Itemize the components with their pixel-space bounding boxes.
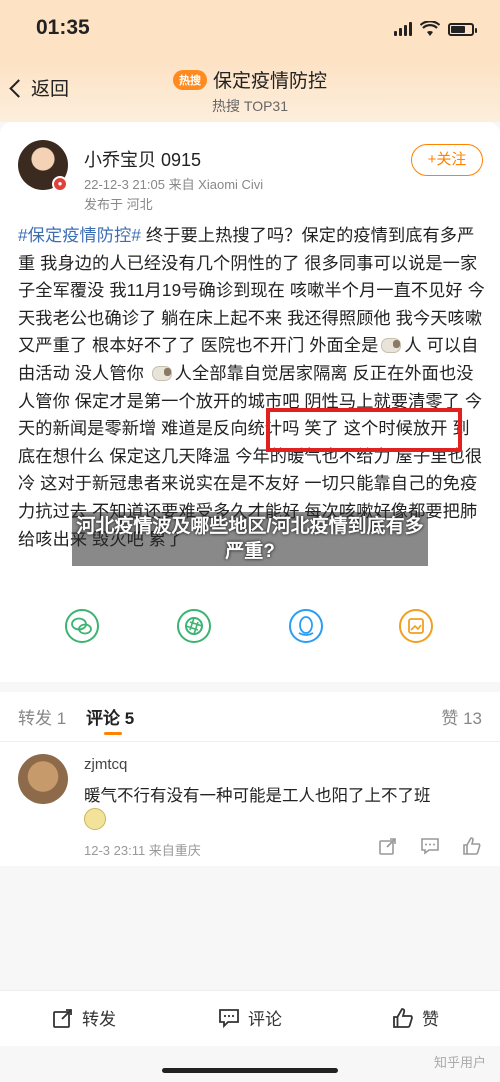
comment-label: 评论 [248, 1010, 282, 1029]
like-icon [393, 1007, 413, 1028]
topic-title-block[interactable]: 热搜 保定疫情防控 热搜 TOP31 [0, 66, 500, 116]
comment-item: zjmtcq 暖气不行有没有一种可能是工人也阳了上不了班 12-3 23:11 … [0, 742, 500, 866]
comment-icon [219, 1008, 239, 1028]
status-time: 01:35 [36, 16, 90, 39]
comment-actions [378, 836, 482, 856]
tab-like[interactable]: 赞 13 [441, 704, 482, 729]
post-location: 发布于 河北 [84, 197, 153, 212]
hot-search-badge: 热搜 [172, 69, 207, 90]
tab-comment[interactable]: 评论 5 [86, 704, 134, 729]
status-icons [394, 20, 477, 38]
wechat-share-icon[interactable] [64, 608, 104, 648]
wifi-icon [420, 21, 440, 36]
repost-icon [53, 1008, 72, 1028]
comment-reply-icon[interactable] [420, 836, 440, 856]
home-indicator[interactable] [162, 1068, 338, 1073]
signal-icon [394, 22, 412, 36]
post-meta: 22-12-3 21:05 来自 Xiaomi Civi [84, 177, 264, 192]
commenter-name[interactable]: zjmtcq [84, 756, 127, 773]
topic-title: 保定疫情防控 [212, 71, 327, 92]
like-label: 赞 [422, 1010, 439, 1029]
repost-button[interactable]: 转发 [52, 1005, 116, 1030]
author-name[interactable]: 小乔宝贝 0915 [84, 146, 201, 172]
repost-label: 转发 [82, 1010, 116, 1029]
sheep-emoji-icon [380, 336, 402, 354]
commenter-avatar[interactable] [18, 754, 68, 804]
comment-meta: 12-3 23:11 来自重庆 [84, 843, 201, 858]
tab-repost[interactable]: 转发 1 [18, 704, 66, 729]
topic-hashtag-link[interactable]: #保定疫情防控# [18, 225, 141, 245]
follow-button[interactable]: +关注 [411, 144, 483, 176]
verified-badge-icon: ● [52, 176, 68, 192]
interaction-tabs: 转发 1 评论 5 赞 13 [0, 692, 500, 742]
save-image-share-icon[interactable] [398, 608, 438, 648]
status-bar: 01:35 [0, 0, 500, 60]
post-body: #保定疫情防控# 终于要上热搜了吗？保定的疫情到底有多严重 我身边的人已经没有几… [18, 222, 486, 553]
comment-like-icon[interactable] [462, 836, 482, 856]
battery-icon [448, 22, 477, 36]
comment-text: 暖气不行有没有一种可能是工人也阳了上不了班 [84, 787, 431, 805]
comment-emoji-icon [84, 808, 106, 830]
comment-button[interactable]: 评论 [218, 1005, 282, 1030]
post-card: ● 小乔宝贝 0915 22-12-3 21:05 来自 Xiaomi Civi… [0, 122, 500, 682]
tab-active-indicator [104, 732, 122, 735]
qq-share-icon[interactable] [288, 608, 328, 648]
sheep-emoji-icon [151, 364, 173, 382]
moments-share-icon[interactable] [176, 608, 216, 648]
like-button[interactable]: 赞 [392, 1005, 439, 1030]
bottom-action-bar: 转发 评论 赞 [0, 990, 500, 1046]
hot-rank: 热搜 TOP31 [212, 98, 288, 114]
red-highlight-box [266, 408, 462, 452]
comment-repost-icon[interactable] [378, 836, 398, 856]
share-row [0, 608, 500, 656]
topic-header: 返回 热搜 保定疫情防控 热搜 TOP31 [0, 60, 500, 122]
watermark: 知乎用户 [433, 1055, 486, 1070]
caption-overlay-text: 河北疫情波及哪些地区/河北疫情到底有多严重? [76, 516, 424, 562]
